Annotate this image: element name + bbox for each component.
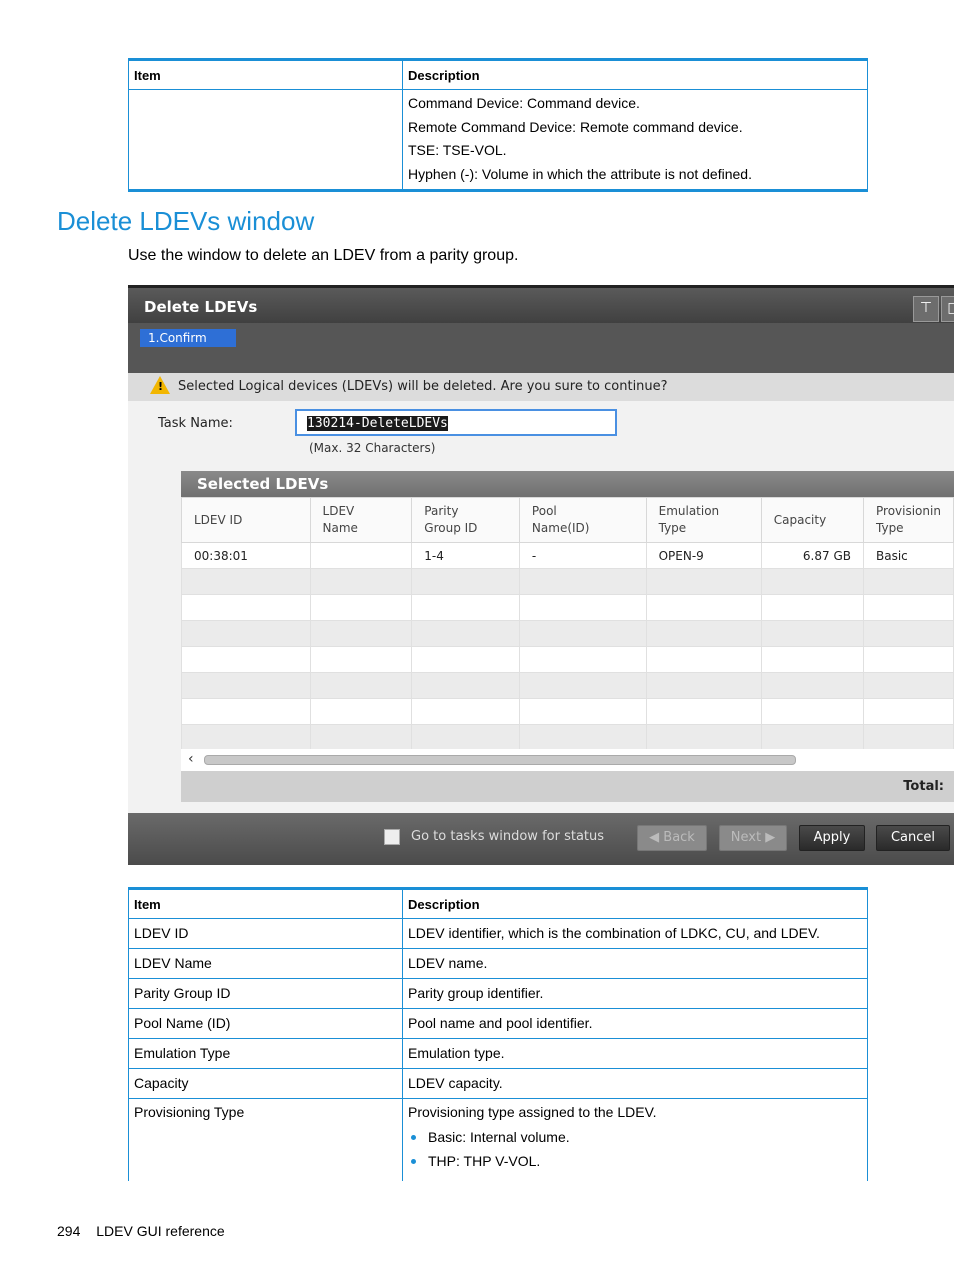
table-row bbox=[181, 568, 954, 595]
selected-ldevs-table: LDEV ID LDEV Name Parity Group ID Pool N… bbox=[181, 497, 954, 751]
cell-ldev-name bbox=[309, 542, 413, 569]
apply-button[interactable]: Apply bbox=[799, 825, 865, 851]
column-header-capacity[interactable]: Capacity bbox=[760, 497, 865, 543]
table-cell-item: LDEV Name bbox=[128, 948, 403, 979]
next-button[interactable]: Next ▶ bbox=[719, 825, 787, 851]
bullet-item: THP: THP V-VOL. bbox=[408, 1149, 862, 1173]
horizontal-scrollbar[interactable]: ‹ bbox=[181, 749, 954, 771]
table-row bbox=[181, 724, 954, 751]
table-row bbox=[181, 646, 954, 673]
table-cell-description: Provisioning type assigned to the LDEV. … bbox=[402, 1098, 868, 1181]
table-cell-description: LDEV name. bbox=[402, 948, 868, 979]
selected-ldevs-header: Selected LDEVs bbox=[181, 471, 954, 497]
cell-parity-group-id: 1-4 bbox=[411, 542, 520, 569]
warning-text: Selected Logical devices (LDEVs) will be… bbox=[178, 379, 668, 394]
go-to-tasks-checkbox[interactable] bbox=[384, 829, 400, 845]
step-confirm: 1.Confirm bbox=[140, 329, 236, 347]
column-header-parity-group-id[interactable]: Parity Group ID bbox=[411, 497, 520, 543]
table-row: Provisioning Type Provisioning type assi… bbox=[128, 1098, 868, 1181]
table-cell-description: Pool name and pool identifier. bbox=[402, 1008, 868, 1039]
table-row bbox=[181, 698, 954, 725]
window-footer: Go to tasks window for status ◀ Back Nex… bbox=[128, 813, 954, 865]
section-intro: Use the window to delete an LDEV from a … bbox=[128, 247, 519, 264]
page-footer: 294 LDEV GUI reference bbox=[57, 1223, 225, 1239]
window-title: Delete LDEVs bbox=[144, 298, 258, 316]
task-name-input[interactable]: 130214-DeleteLDEVs bbox=[295, 409, 617, 436]
table-header-description: Description bbox=[402, 888, 868, 919]
item-description-table: Item Description LDEV ID LDEV identifier… bbox=[128, 887, 868, 1181]
column-header-provisioning-type[interactable]: Provisionin Type bbox=[863, 497, 954, 543]
table-cell-description: LDEV identifier, which is the combinatio… bbox=[402, 918, 868, 949]
table-row[interactable]: 00:38:01 1-4 - OPEN-9 6.87 GB Basic bbox=[181, 542, 954, 569]
cell-emulation-type: OPEN-9 bbox=[645, 542, 762, 569]
table-row bbox=[181, 594, 954, 621]
warning-bar: ! Selected Logical devices (LDEVs) will … bbox=[128, 373, 954, 401]
description-line: Hyphen (-): Volume in which the attribut… bbox=[408, 165, 752, 182]
table-cell-item: Pool Name (ID) bbox=[128, 1008, 403, 1039]
table-cell-item: Parity Group ID bbox=[128, 978, 403, 1009]
section-title: Delete LDEVs window bbox=[57, 206, 315, 236]
column-header-emulation-type[interactable]: Emulation Type bbox=[645, 497, 762, 543]
total-label: Total: bbox=[903, 779, 944, 794]
pin-icon[interactable]: ⊤ bbox=[913, 296, 939, 322]
total-bar: Total: bbox=[181, 771, 954, 802]
table-row: Pool Name (ID) Pool name and pool identi… bbox=[128, 1008, 868, 1039]
window-titlebar: Delete LDEVs ⊤ □ bbox=[128, 285, 954, 326]
table-row bbox=[181, 672, 954, 699]
bullet-item: Basic: Internal volume. bbox=[408, 1125, 862, 1149]
column-header-pool-name[interactable]: Pool Name(ID) bbox=[518, 497, 647, 543]
attribute-table: Item Description Command Device: Command… bbox=[128, 58, 868, 192]
task-name-hint: (Max. 32 Characters) bbox=[309, 441, 436, 455]
cancel-button[interactable]: Cancel bbox=[876, 825, 950, 851]
table-header-item: Item bbox=[128, 888, 403, 919]
description-line: Remote Command Device: Remote command de… bbox=[408, 118, 743, 135]
description-line: Command Device: Command device. bbox=[408, 95, 640, 111]
scroll-left-icon[interactable]: ‹ bbox=[188, 751, 194, 767]
table-row: Parity Group ID Parity group identifier. bbox=[128, 978, 868, 1009]
cell-pool-name: - bbox=[518, 542, 647, 569]
restore-icon[interactable]: □ bbox=[941, 296, 954, 322]
table-cell-item: Emulation Type bbox=[128, 1038, 403, 1069]
page-number: 294 bbox=[57, 1223, 81, 1239]
column-header-ldev-name[interactable]: LDEV Name bbox=[309, 497, 413, 543]
table-cell-item: LDEV ID bbox=[128, 918, 403, 949]
cell-capacity: 6.87 GB bbox=[760, 542, 865, 569]
table-cell-description: Parity group identifier. bbox=[402, 978, 868, 1009]
task-name-label: Task Name: bbox=[158, 416, 233, 431]
table-row bbox=[181, 620, 954, 647]
wizard-steps: 1.Confirm bbox=[128, 323, 954, 373]
table-cell-item: Provisioning Type bbox=[128, 1098, 403, 1181]
table-row: Emulation Type Emulation type. bbox=[128, 1038, 868, 1069]
description-line: Provisioning type assigned to the LDEV. bbox=[408, 1104, 657, 1120]
footer-section-title: LDEV GUI reference bbox=[96, 1223, 225, 1239]
table-cell-description: Command Device: Command device. Remote C… bbox=[402, 89, 868, 191]
scrollbar-thumb[interactable] bbox=[204, 755, 796, 765]
table-cell-description: LDEV capacity. bbox=[402, 1068, 868, 1099]
table-row: Command Device: Command device. Remote C… bbox=[128, 89, 868, 191]
table-cell-description: Emulation type. bbox=[402, 1038, 868, 1069]
table-row: LDEV Name LDEV name. bbox=[128, 948, 868, 979]
cell-ldev-id: 00:38:01 bbox=[181, 542, 311, 569]
delete-ldevs-window: Delete LDEVs ⊤ □ 1.Confirm ! Selected Lo… bbox=[128, 285, 954, 865]
back-button[interactable]: ◀ Back bbox=[637, 825, 707, 851]
cell-provisioning-type: Basic bbox=[863, 542, 954, 569]
column-header-ldev-id[interactable]: LDEV ID bbox=[181, 497, 311, 543]
table-header-item: Item bbox=[128, 59, 403, 90]
table-row: LDEV ID LDEV identifier, which is the co… bbox=[128, 918, 868, 949]
task-name-value: 130214-DeleteLDEVs bbox=[307, 416, 448, 431]
table-header-description: Description bbox=[402, 59, 868, 90]
go-to-tasks-label: Go to tasks window for status bbox=[411, 829, 605, 844]
table-cell-item bbox=[128, 89, 403, 191]
table-row: Capacity LDEV capacity. bbox=[128, 1068, 868, 1099]
description-line: TSE: TSE-VOL. bbox=[408, 142, 507, 158]
table-cell-item: Capacity bbox=[128, 1068, 403, 1099]
